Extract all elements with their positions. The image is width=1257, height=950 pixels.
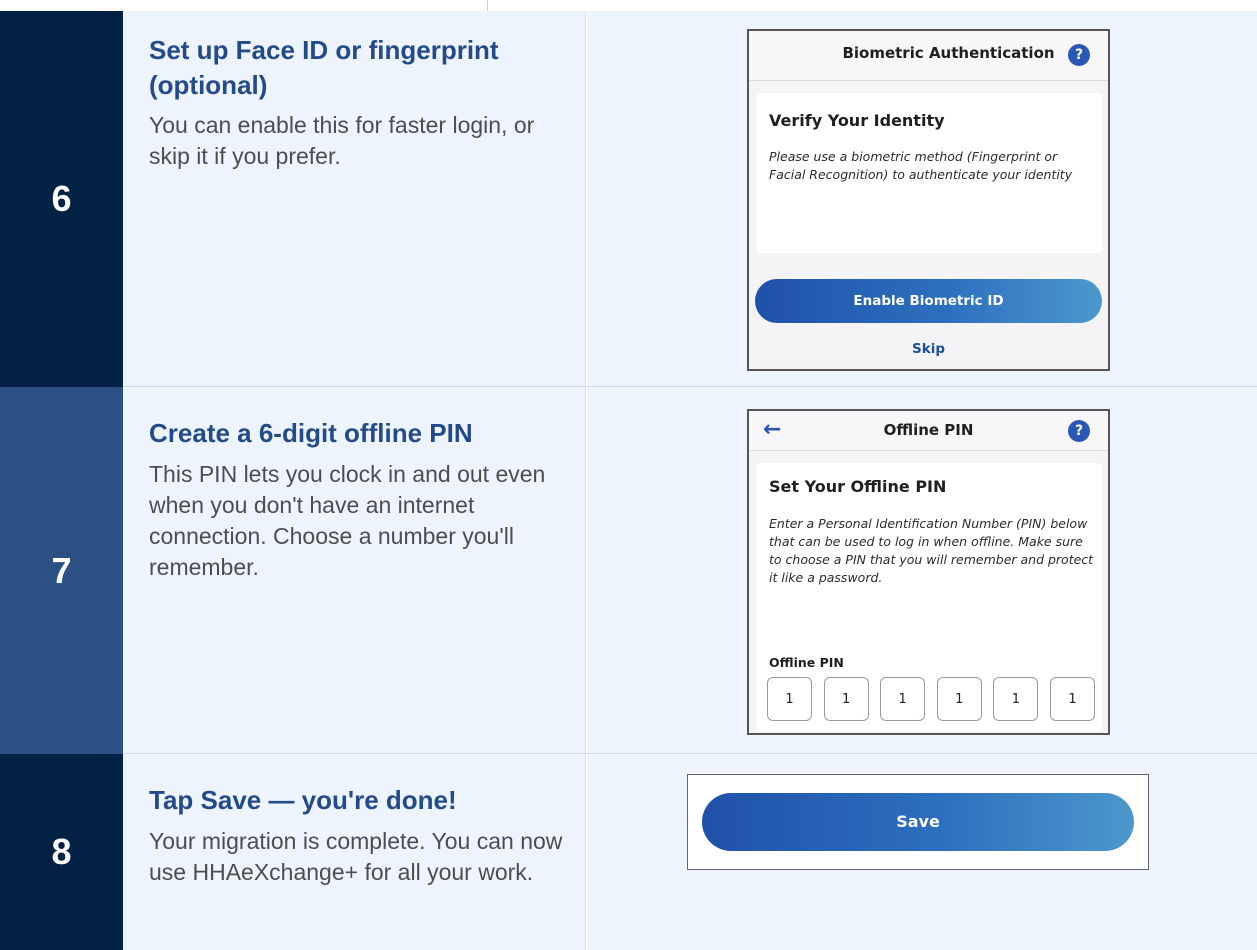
card-title: Set Your Offline PIN [769, 477, 947, 496]
offline-pin-card: Set Your Offline PIN Enter a Personal Id… [757, 463, 1102, 731]
step-number-cell: 7 [0, 387, 123, 754]
step-title: Set up Face ID or fingerprint (optional) [149, 35, 499, 100]
step-description: You can enable this for faster login, or… [149, 112, 535, 169]
pin-digit-input[interactable]: 1 [767, 677, 812, 721]
step-number-cell: 8 [0, 754, 123, 950]
help-icon[interactable]: ? [1068, 420, 1090, 442]
column-divider-tick [487, 0, 488, 11]
screen-header-title: Offline PIN [883, 421, 974, 439]
step-text-cell: Create a 6-digit offline PIN This PIN le… [123, 387, 586, 754]
help-icon[interactable]: ? [1068, 44, 1090, 66]
step-number: 7 [51, 549, 72, 591]
screen-header: ← Offline PIN ? [749, 411, 1108, 451]
step-text-cell: Set up Face ID or fingerprint (optional)… [123, 11, 586, 387]
step-description: Your migration is complete. You can now … [149, 828, 563, 885]
skip-link[interactable]: Skip [749, 341, 1108, 357]
step-description: This PIN lets you clock in and out even … [149, 461, 546, 580]
pin-digit-input[interactable]: 1 [1049, 677, 1095, 721]
save-button[interactable]: Save [702, 793, 1134, 851]
card-body: Enter a Personal Identification Number (… [769, 516, 1094, 585]
offline-pin-screen-mock: ← Offline PIN ? Set Your Offline PIN Ent… [747, 409, 1110, 735]
pin-digit-input[interactable]: 1 [936, 677, 982, 721]
step-screenshot-cell: Biometric Authentication ? Verify Your I… [587, 11, 1257, 387]
enable-biometric-button[interactable]: Enable Biometric ID [755, 279, 1102, 323]
step-number-cell: 6 [0, 11, 123, 387]
top-strip [0, 0, 1257, 11]
biometric-screen-mock: Biometric Authentication ? Verify Your I… [747, 29, 1110, 371]
card-body: Please use a biometric method (Fingerpri… [769, 149, 1073, 182]
screen-header: Biometric Authentication ? [749, 31, 1108, 81]
step-row-8: 8 Tap Save — you're done! Your migration… [0, 754, 1257, 950]
pin-digit-input[interactable]: 1 [880, 677, 926, 721]
step-title: Create a 6-digit offline PIN [149, 418, 473, 448]
card-title: Verify Your Identity [769, 111, 945, 130]
step-row-6: 6 Set up Face ID or fingerprint (optiona… [0, 11, 1257, 387]
step-text-cell: Tap Save — you're done! Your migration i… [123, 754, 586, 950]
pin-input-group: 1 1 1 1 1 1 [767, 677, 1095, 721]
pin-field-label: Offline PIN [769, 655, 844, 670]
step-screenshot-cell: Save [587, 754, 1257, 950]
step-title: Tap Save — you're done! [149, 785, 457, 815]
verify-identity-card: Verify Your Identity Please use a biomet… [757, 93, 1102, 253]
step-screenshot-cell: ← Offline PIN ? Set Your Offline PIN Ent… [587, 387, 1257, 754]
pin-digit-input[interactable]: 1 [823, 677, 869, 721]
screen-header-title: Biometric Authentication [842, 44, 1055, 62]
step-number: 8 [51, 831, 72, 872]
step-number: 6 [51, 178, 72, 219]
step-row-7: 7 Create a 6-digit offline PIN This PIN … [0, 387, 1257, 754]
pin-digit-input[interactable]: 1 [993, 677, 1039, 721]
save-screen-mock: Save [687, 774, 1149, 870]
